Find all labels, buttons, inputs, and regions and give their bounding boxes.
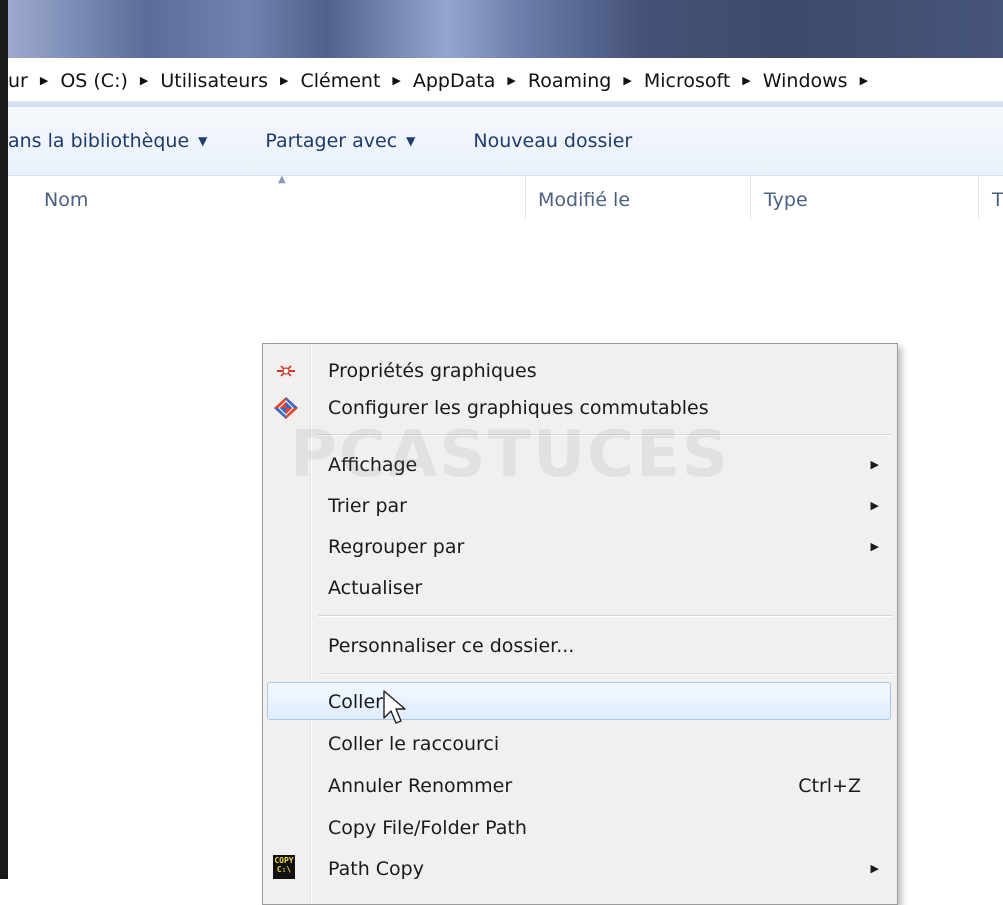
menu-item-refresh[interactable]: Actualiser — [263, 568, 897, 608]
menu-item-label: Propriétés graphiques — [328, 360, 537, 382]
new-folder-button[interactable]: Nouveau dossier — [473, 130, 632, 152]
address-bar[interactable]: ur ▶ OS (C:) ▶ Utilisateurs ▶ Clément ▶ … — [8, 58, 1003, 106]
menu-separator — [318, 434, 893, 436]
menu-item-label: Trier par — [328, 495, 407, 517]
menu-item-switchable-graphics[interactable]: Configurer les graphiques commutables — [263, 388, 897, 428]
menu-item-label: Actualiser — [328, 577, 423, 599]
column-header-row: ▲ Nom Modifié le Type T — [8, 174, 1003, 226]
share-with-button[interactable]: Partager avec ▼ — [265, 130, 415, 152]
column-header-type[interactable]: Type — [764, 189, 808, 211]
menu-item-copy-file-folder-path[interactable]: Copy File/Folder Path — [263, 808, 897, 848]
menu-item-label: Path Copy — [328, 858, 424, 880]
breadcrumb-chevron-icon[interactable]: ▶ — [742, 74, 750, 87]
breadcrumb-item-microsoft[interactable]: Microsoft — [644, 70, 730, 92]
menu-item-sort-by[interactable]: Trier par ▶ — [263, 486, 897, 526]
submenu-arrow-icon: ▶ — [870, 862, 879, 875]
breadcrumb-chevron-icon[interactable]: ▶ — [140, 74, 148, 87]
dropdown-caret-icon: ▼ — [198, 134, 208, 148]
copy-path-icon: COPY C:\ — [273, 855, 295, 879]
column-header-modified[interactable]: Modifié le — [538, 189, 630, 211]
menu-separator — [318, 673, 893, 675]
menu-item-graphics-properties[interactable]: Propriétés graphiques — [263, 351, 897, 391]
include-in-library-button[interactable]: ans la bibliothèque ▼ — [8, 130, 207, 152]
menu-item-paste[interactable]: Coller — [263, 682, 897, 722]
amd-diamond-icon — [274, 397, 298, 419]
breadcrumb-item-roaming[interactable]: Roaming — [528, 70, 612, 92]
menu-item-group-by[interactable]: Regrouper par ▶ — [263, 527, 897, 567]
command-bar: ans la bibliothèque ▼ Partager avec ▼ No… — [8, 107, 1003, 176]
menu-item-label: Personnaliser ce dossier... — [328, 635, 575, 657]
menu-item-view[interactable]: Affichage ▶ — [263, 445, 897, 485]
column-header-name[interactable]: Nom — [44, 189, 88, 211]
context-menu: Propriétés graphiques Configurer les gra… — [262, 343, 898, 905]
window-titlebar[interactable] — [8, 0, 1003, 58]
menu-item-path-copy[interactable]: COPY C:\ Path Copy ▶ — [263, 849, 897, 889]
breadcrumb-item[interactable]: ur — [8, 70, 28, 92]
column-divider[interactable] — [978, 176, 979, 220]
menu-item-label: Affichage — [328, 454, 418, 476]
menu-separator — [318, 615, 893, 617]
menu-item-label: Coller le raccourci — [328, 733, 500, 755]
breadcrumb-chevron-icon[interactable]: ▶ — [392, 74, 400, 87]
breadcrumb-chevron-icon[interactable]: ▶ — [40, 74, 48, 87]
menu-item-undo-rename[interactable]: Annuler Renommer Ctrl+Z — [263, 766, 897, 806]
breadcrumb-chevron-icon[interactable]: ▶ — [507, 74, 515, 87]
column-divider[interactable] — [750, 176, 751, 220]
breadcrumb-item-os-c[interactable]: OS (C:) — [60, 70, 128, 92]
submenu-arrow-icon: ▶ — [870, 540, 879, 553]
breadcrumb-item-clement[interactable]: Clément — [300, 70, 380, 92]
intel-graphics-icon — [277, 365, 295, 377]
menu-item-label: Copy File/Folder Path — [328, 817, 527, 839]
menu-item-label: Annuler Renommer — [328, 775, 513, 797]
column-header-size[interactable]: T — [992, 189, 1003, 211]
menu-item-label: Configurer les graphiques commutables — [328, 397, 709, 419]
breadcrumb-item-windows[interactable]: Windows — [763, 70, 848, 92]
breadcrumb-item-utilisateurs[interactable]: Utilisateurs — [160, 70, 268, 92]
menu-item-shortcut: Ctrl+Z — [798, 775, 861, 797]
breadcrumb-item-appdata[interactable]: AppData — [413, 70, 496, 92]
sort-ascending-icon: ▲ — [278, 174, 286, 185]
dropdown-caret-icon: ▼ — [406, 134, 416, 148]
breadcrumb-chevron-icon[interactable]: ▶ — [860, 74, 868, 87]
submenu-arrow-icon: ▶ — [870, 499, 879, 512]
breadcrumb-chevron-icon[interactable]: ▶ — [623, 74, 631, 87]
share-with-label: Partager avec — [265, 130, 398, 152]
column-divider[interactable] — [525, 176, 526, 220]
window-left-edge — [0, 0, 8, 879]
menu-item-customize-folder[interactable]: Personnaliser ce dossier... — [263, 626, 897, 666]
menu-item-label: Regrouper par — [328, 536, 465, 558]
breadcrumb-chevron-icon[interactable]: ▶ — [280, 74, 288, 87]
new-folder-label: Nouveau dossier — [473, 130, 633, 152]
menu-item-label: Coller — [328, 691, 383, 713]
mouse-pointer-icon — [383, 690, 406, 724]
include-in-library-label: ans la bibliothèque — [8, 130, 190, 152]
menu-item-paste-shortcut[interactable]: Coller le raccourci — [263, 724, 897, 764]
submenu-arrow-icon: ▶ — [870, 458, 879, 471]
